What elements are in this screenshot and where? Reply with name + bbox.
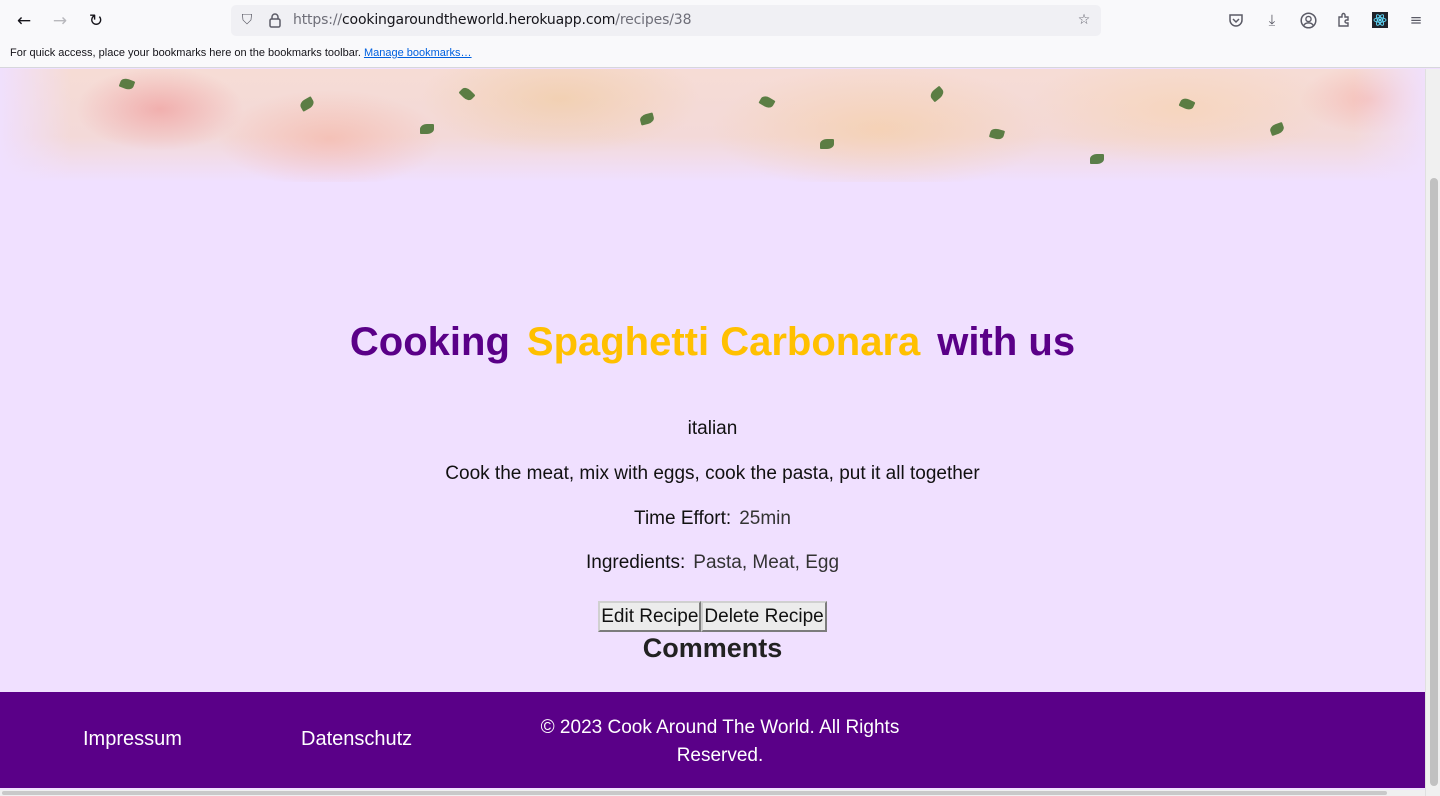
herb-garnish	[988, 127, 1006, 141]
ingredients-value: Pasta, Meat, Egg	[693, 552, 840, 573]
herb-garnish	[118, 76, 136, 92]
edit-recipe-button[interactable]: Edit Recipe	[598, 601, 702, 632]
lock-icon[interactable]	[264, 9, 286, 31]
extensions-icon[interactable]	[1332, 8, 1356, 32]
page-title: Cooking Spaghetti Carbonara with us	[0, 320, 1425, 365]
manage-bookmarks-link[interactable]: Manage bookmarks…	[364, 47, 472, 59]
recipe-actions: Edit Recipe Delete Recipe	[0, 601, 1425, 632]
time-effort-value: 25min	[739, 508, 791, 529]
vertical-scroll-thumb[interactable]	[1430, 178, 1438, 786]
url-scheme: https://	[293, 12, 342, 28]
title-suffix: with us	[937, 320, 1076, 364]
back-arrow-icon[interactable]: ←	[11, 8, 37, 34]
bookmarks-hint-text: For quick access, place your bookmarks h…	[10, 47, 361, 59]
download-icon[interactable]: ⤓	[1260, 8, 1284, 32]
herb-garnish	[1178, 96, 1196, 112]
horizontal-scrollbar[interactable]	[0, 790, 1425, 796]
ingredients-label: Ingredients:	[585, 552, 686, 573]
copyright-text: © 2023 Cook Around The World. All Rights…	[540, 717, 900, 766]
herb-garnish	[820, 139, 834, 149]
time-effort-row: Time Effort: 25min	[0, 508, 1425, 530]
ingredients-row: Ingredients: Pasta, Meat, Egg	[0, 552, 1425, 574]
url-path: /recipes/38	[615, 12, 692, 28]
herb-garnish	[298, 96, 316, 112]
impressum-link[interactable]: Impressum	[83, 728, 182, 751]
account-icon[interactable]	[1296, 8, 1320, 32]
forward-arrow-icon[interactable]: →	[47, 8, 73, 34]
time-effort-label: Time Effort:	[634, 508, 732, 529]
react-devtools-icon[interactable]	[1368, 8, 1392, 32]
site-footer: Impressum Datenschutz © 2023 Cook Around…	[0, 692, 1425, 788]
bookmark-star-icon[interactable]: ☆	[1073, 9, 1095, 31]
browser-toolbar: ← → ↻ ⛉ https://cookingaroundtheworld.he…	[0, 0, 1440, 41]
herb-garnish	[1090, 154, 1104, 164]
herb-garnish	[758, 94, 776, 110]
horizontal-scroll-thumb[interactable]	[2, 791, 1387, 795]
url-text[interactable]: https://cookingaroundtheworld.herokuapp.…	[293, 12, 691, 28]
title-prefix: Cooking	[349, 320, 510, 364]
recipe-cuisine: italian	[687, 418, 738, 439]
recipe-name: Spaghetti Carbonara	[526, 320, 921, 364]
reload-icon[interactable]: ↻	[83, 8, 109, 34]
bookmarks-toolbar: For quick access, place your bookmarks h…	[0, 41, 1440, 68]
herb-garnish	[928, 85, 946, 103]
datenschutz-link[interactable]: Datenschutz	[301, 728, 412, 751]
menu-hamburger-icon[interactable]: ≡	[1404, 8, 1428, 32]
pocket-icon[interactable]	[1224, 8, 1248, 32]
comments-heading: Comments	[642, 633, 783, 663]
herb-garnish	[458, 85, 476, 103]
url-bar[interactable]: ⛉ https://cookingaroundtheworld.herokuap…	[231, 5, 1101, 36]
herb-garnish	[420, 124, 434, 134]
page-content: Cooking Spaghetti Carbonara with us italia…	[0, 69, 1425, 796]
vertical-scrollbar[interactable]	[1425, 69, 1440, 796]
herb-garnish	[638, 112, 656, 126]
delete-recipe-button[interactable]: Delete Recipe	[701, 601, 827, 632]
url-host: cookingaroundtheworld.herokuapp.com	[341, 12, 616, 28]
recipe-description: Cook the meat, mix with eggs, cook the p…	[445, 463, 980, 484]
shield-icon[interactable]: ⛉	[236, 9, 258, 31]
herb-garnish	[1268, 121, 1286, 137]
hero-image	[0, 69, 1425, 182]
